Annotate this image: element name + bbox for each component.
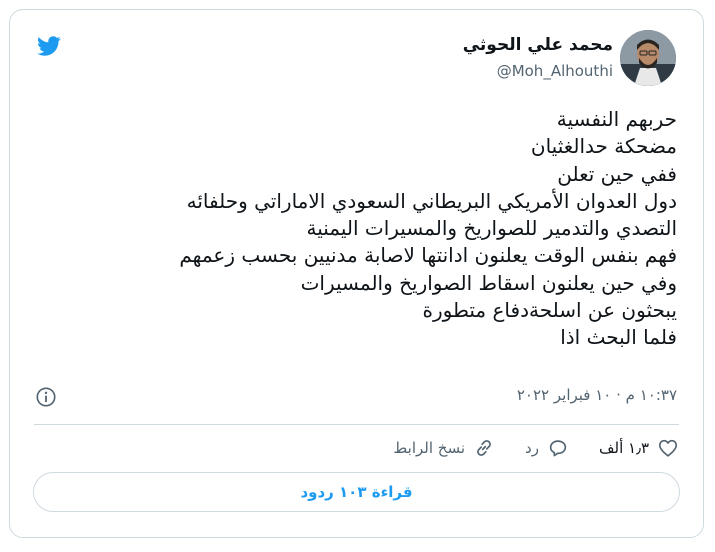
- link-icon: [477, 440, 491, 456]
- tweet-line: حربهم النفسية: [556, 107, 677, 131]
- like-count: ١٫٣ ألف: [598, 439, 649, 457]
- info-icon[interactable]: [35, 386, 57, 408]
- reply-button[interactable]: رد: [525, 437, 569, 459]
- tweet-line: وفي حين يعلنون اسقاط الصواريخ والمسيرات: [300, 270, 677, 295]
- tweet-line: يبحثون عن اسلحةدفاع متطورة: [422, 298, 677, 323]
- tweet-line: التصدي والتدمير للصواريخ والمسيرات اليمن…: [306, 216, 677, 241]
- author-name[interactable]: محمد علي الحوثي: [463, 35, 613, 55]
- tweet-timestamp[interactable]: ١٠:٣٧ م · ١٠ فبراير ٢٠٢٢: [517, 386, 677, 404]
- reply-icon: [549, 440, 567, 457]
- tweet-line: ففي حين تعلن: [557, 161, 677, 186]
- tweet-line: مضحكة حدالغثيان: [530, 134, 677, 159]
- reply-label: رد: [525, 439, 539, 457]
- read-replies-button[interactable]: قراءة ١٠٣ ردود: [33, 472, 680, 512]
- tweet-line: دول العدوان الأمريكي البريطاني السعودي ا…: [186, 188, 677, 213]
- heart-icon: [658, 439, 678, 457]
- twitter-bird-icon[interactable]: [34, 34, 64, 58]
- tweet-line: فهم بنفس الوقت يعلنون ادانتها لاصابة مدن…: [179, 243, 677, 268]
- tweet-text: حربهم النفسية مضحكة حدالغثيان ففي حين تع…: [37, 106, 677, 352]
- copy-link-label: نسخ الرابط: [393, 439, 466, 457]
- tweet-line: فلما البحث اذا: [560, 325, 677, 350]
- divider: [34, 424, 679, 425]
- avatar-photo-icon: [620, 30, 676, 86]
- like-button[interactable]: ١٫٣ ألف: [599, 437, 679, 459]
- copy-link-button[interactable]: نسخ الرابط: [393, 437, 495, 459]
- avatar[interactable]: [620, 30, 676, 86]
- tweet-actions: ١٫٣ ألف رد نسخ الرابط: [363, 434, 679, 462]
- author-handle[interactable]: @Moh_Alhouthi: [497, 62, 613, 80]
